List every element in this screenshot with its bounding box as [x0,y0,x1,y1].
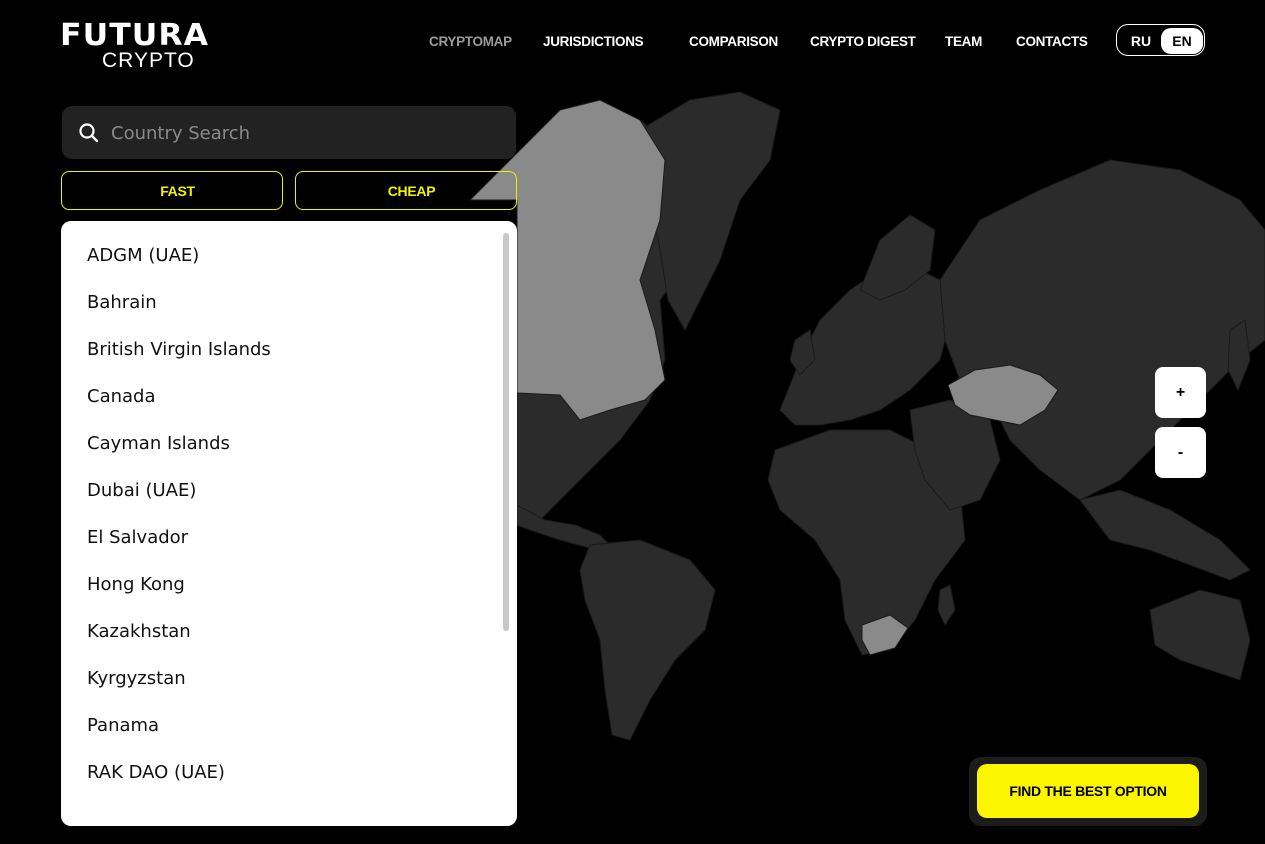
country-item[interactable]: ADGM (UAE) [87,241,199,271]
nav-crypto-digest[interactable]: CRYPTO DIGEST [810,34,945,49]
main-nav: CRYPTOMAP JURISDICTIONS COMPARISON CRYPT… [429,32,1096,50]
country-item[interactable]: Kyrgyzstan [87,664,186,694]
country-list-dropdown[interactable]: ADGM (UAE) Bahrain British Virgin Island… [61,221,517,826]
map-region-madagascar [937,584,956,627]
country-item[interactable]: Cayman Islands [87,429,230,459]
lang-ru-button[interactable]: RU [1125,29,1157,53]
country-item[interactable]: Hong Kong [87,570,185,600]
nav-contacts[interactable]: CONTACTS [1016,34,1096,49]
list-scrollbar-thumb[interactable] [503,233,509,631]
map-region-japan [1227,319,1251,392]
logo-wordmark-top: FUTURA [60,18,210,53]
nav-cryptomap[interactable]: CRYPTOMAP [429,34,543,49]
list-scrollbar[interactable] [503,233,511,813]
lang-en-button[interactable]: EN [1161,28,1203,54]
search-input[interactable] [109,106,503,161]
map-region-south-america [579,539,716,741]
find-best-option-button[interactable]: FIND THE BEST OPTION [977,764,1199,818]
nav-comparison[interactable]: COMPARISON [689,34,810,49]
page: FUTURA CRYPTO CRYPTOMAP JURISDICTIONS CO… [0,0,1265,844]
filter-cheap-button[interactable]: CHEAP [295,171,517,210]
country-item[interactable]: Panama [87,711,159,741]
country-item[interactable]: Canada [87,382,156,412]
country-item[interactable]: Dubai (UAE) [87,476,196,506]
brand-logo[interactable]: FUTURA CRYPTO [60,21,230,72]
nav-jurisdictions[interactable]: JURISDICTIONS [543,34,689,49]
cta-container: FIND THE BEST OPTION [969,757,1207,826]
language-switch: RU EN [1116,24,1205,56]
country-item[interactable]: Bahrain [87,288,157,318]
map-region-australia [1149,589,1251,681]
logo-wordmark-bottom: CRYPTO [102,49,195,72]
country-item[interactable]: RAK DAO (UAE) [87,758,225,788]
country-item[interactable]: El Salvador [87,523,188,553]
search-icon [79,123,99,143]
country-item[interactable]: British Virgin Islands [87,335,271,365]
country-search [62,106,516,161]
country-item[interactable]: Kazakhstan [87,617,191,647]
zoom-in-button[interactable]: + [1155,367,1206,418]
map-region-southeast-asia [1079,489,1251,581]
nav-team[interactable]: TEAM [945,34,1016,49]
filter-fast-button[interactable]: FAST [61,171,283,210]
zoom-out-button[interactable]: - [1155,427,1206,478]
